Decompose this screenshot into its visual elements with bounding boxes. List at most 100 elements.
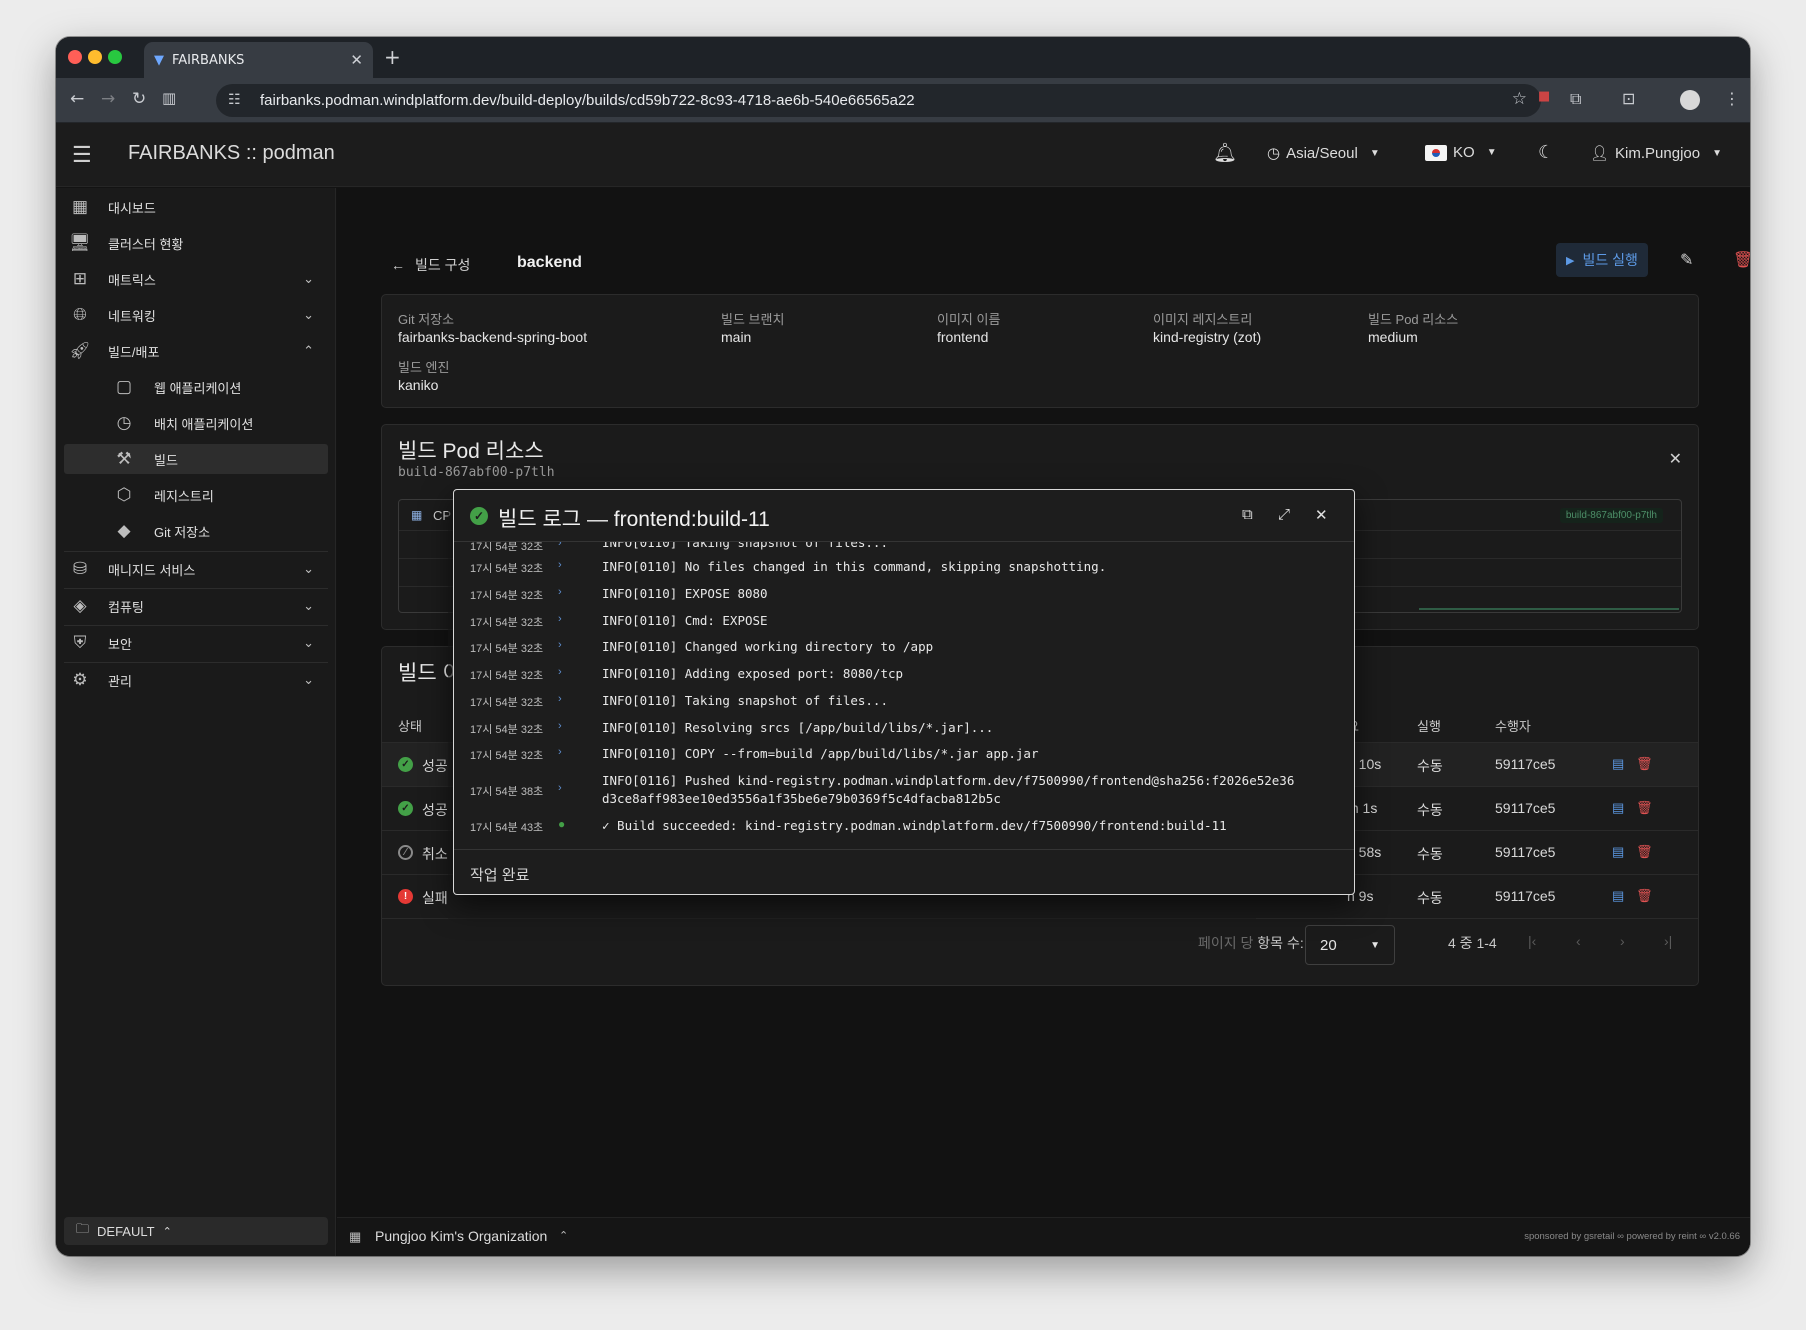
browser-tab[interactable]: ▼ FAIRBANKS ✕ (144, 42, 373, 78)
extension-icon[interactable]: ■ (1538, 89, 1550, 104)
language-selector[interactable]: KO ▼ (1425, 144, 1497, 161)
url-text: fairbanks.podman.windplatform.dev/build-… (260, 92, 915, 109)
sidebar-item-web-apps[interactable]: ▢ 웹 애플리케이션 (64, 372, 328, 402)
performer-text: 59117ce5 (1495, 800, 1556, 816)
delete-trash-icon[interactable]: 🗑︎ (1636, 844, 1653, 860)
chevron-down-icon: ▼ (1712, 147, 1723, 159)
reader-mode-icon[interactable]: ▥ (162, 89, 176, 107)
sidebar-item-git-repos[interactable]: ◆ Git 저장소 (64, 516, 328, 546)
timezone-label: Asia/Seoul (1286, 144, 1358, 162)
edit-pencil-icon[interactable]: ✎ (1680, 250, 1693, 270)
next-page-icon[interactable]: › (1620, 933, 1625, 949)
chevron-down-icon: ⌄ (303, 635, 314, 650)
last-page-icon[interactable]: ›| (1664, 933, 1672, 949)
close-icon[interactable]: ✕ (1669, 449, 1682, 469)
browser-menu-icon[interactable]: ⋮ (1724, 89, 1740, 108)
back-to-build-config-link[interactable]: ← 빌드 구성 (391, 255, 470, 275)
log-document-icon[interactable]: ▤ (1612, 756, 1624, 772)
user-name: Kim.Pungjoo (1615, 144, 1701, 162)
git-repo-label: Git 저장소 (398, 312, 455, 327)
status-text: 성공 (422, 802, 448, 818)
sidebar-item-build-deploy[interactable]: 🚀︎ 빌드/배포 ⌃ (64, 336, 328, 366)
log-document-icon[interactable]: ▤ (1612, 800, 1624, 816)
delete-trash-icon[interactable]: 🗑︎ (1636, 888, 1653, 904)
sidebar-item-admin[interactable]: ⚙ 관리 ⌄ (64, 665, 328, 695)
trigger-text: 수동 (1417, 846, 1443, 862)
dialog-header: ✓ 빌드 로그 — frontend:build-11 ⧉ ⤢ ✕ (454, 490, 1354, 542)
fullscreen-expand-icon[interactable]: ⤢ (1278, 506, 1290, 523)
pagination-range: 4 중 1-4 (1448, 935, 1497, 951)
per-page-select[interactable]: 20 ▼ (1305, 925, 1395, 965)
close-window-button[interactable] (68, 50, 82, 64)
dashboard-icon: ▦ (71, 197, 89, 216)
credit-text: sponsored by gsretail ∞ powered by reint… (1524, 1231, 1740, 1242)
extensions-puzzle-icon[interactable]: ⧉ (1570, 89, 1581, 109)
forward-arrow-icon[interactable]: → (101, 89, 115, 109)
col-performer: 수행자 (1495, 719, 1531, 734)
sidebar-item-builds[interactable]: ⚒ 빌드 (64, 444, 328, 474)
close-icon[interactable]: ✕ (1315, 506, 1328, 524)
address-bar[interactable]: ☷ fairbanks.podman.windplatform.dev/buil… (216, 84, 1541, 117)
prev-page-icon[interactable]: ‹ (1576, 933, 1581, 949)
shield-icon: ⛨ (73, 633, 87, 652)
workspace-label: DEFAULT (97, 1223, 155, 1239)
minimize-window-button[interactable] (88, 50, 102, 64)
sidebar: ▦ 대시보드 🖥︎ 클러스터 현황 ⊞ 매트릭스 ⌄ 🌐︎ 네트워킹 ⌄ 🚀︎ 빌드/배포 ⌃ … (56, 188, 336, 1256)
clock-icon: ◷ (116, 413, 132, 432)
copy-icon[interactable]: ⧉ (1242, 506, 1253, 523)
performer-text: 59117ce5 (1495, 888, 1556, 904)
bottom-bar: ▦ Pungjoo Kim's Organization ⌃ sponsored… (337, 1217, 1750, 1256)
log-document-icon[interactable]: ▤ (1612, 888, 1624, 904)
trigger-text: 수동 (1417, 890, 1443, 906)
clock-icon: ◷ (1267, 145, 1281, 162)
back-label: 빌드 구성 (415, 257, 471, 273)
folder-icon: 🗀 (76, 1221, 90, 1236)
maximize-window-button[interactable] (108, 50, 122, 64)
korea-flag-icon (1425, 144, 1447, 161)
close-tab-icon[interactable]: ✕ (350, 51, 363, 69)
sidebar-item-managed-services[interactable]: ⛁ 매니지드 서비스 ⌄ (64, 554, 328, 584)
workspace-selector[interactable]: 🗀 DEFAULT ⌃ (64, 1217, 328, 1245)
sidebar-item-metrics[interactable]: ⊞ 매트릭스 ⌄ (64, 264, 328, 294)
notification-bell-icon[interactable]: 🔔︎ (1213, 141, 1237, 165)
sidebar-divider (64, 662, 328, 663)
status-text: 취소 (422, 846, 448, 862)
log-document-icon[interactable]: ▤ (1612, 844, 1624, 860)
sidebar-item-cluster[interactable]: 🖥︎ 클러스터 현황 (64, 228, 328, 258)
new-tab-button[interactable]: + (384, 45, 401, 69)
run-build-button[interactable]: ▶ 빌드 실행 (1556, 243, 1648, 277)
sidebar-item-computing[interactable]: ◈ 컴퓨팅 ⌄ (64, 591, 328, 621)
language-label: KO (1453, 144, 1475, 161)
first-page-icon[interactable]: |‹ (1528, 933, 1536, 949)
delete-trash-icon[interactable]: 🗑︎ (1636, 756, 1653, 772)
pod-badge: build-867abf00-p7tlh (1559, 508, 1663, 523)
dark-mode-moon-icon[interactable]: ☾ (1538, 142, 1554, 163)
sidebar-divider (64, 625, 328, 626)
cast-icon[interactable]: ⊡ (1622, 89, 1635, 108)
sidebar-item-registry[interactable]: ⬡ 레지스트리 (64, 480, 328, 510)
menu-hamburger-icon[interactable]: ☰ (72, 142, 92, 168)
performer-text: 59117ce5 (1495, 756, 1556, 772)
delete-trash-icon[interactable]: 🗑︎ (1636, 800, 1653, 816)
profile-avatar[interactable] (1680, 90, 1700, 110)
delete-trash-icon[interactable]: 🗑︎ (1733, 250, 1750, 270)
timezone-selector[interactable]: ◷ Asia/Seoul ▼ (1267, 144, 1380, 163)
user-icon: 👤︎ (1590, 145, 1610, 162)
log-viewer[interactable]: 17시 54분 32초 › INFO[0110] Taking snapshot o… (454, 542, 1354, 849)
back-arrow-icon[interactable]: ← (70, 89, 84, 109)
organization-name[interactable]: Pungjoo Kim's Organization (375, 1228, 547, 1244)
favicon-icon: ▼ (154, 52, 164, 68)
reload-icon[interactable]: ↻ (132, 89, 146, 109)
chevron-down-icon: ▼ (1486, 147, 1497, 158)
sidebar-item-batch-apps[interactable]: ◷ 배치 애플리케이션 (64, 408, 328, 438)
sidebar-item-security[interactable]: ⛨ 보안 ⌄ (64, 628, 328, 658)
pod-resource-value: medium (1368, 329, 1418, 345)
layers-icon: ◈ (73, 596, 87, 615)
sidebar-item-dashboard[interactable]: ▦ 대시보드 (64, 192, 328, 222)
user-menu[interactable]: 👤︎ Kim.Pungjoo ▼ (1590, 144, 1723, 163)
chevron-up-icon[interactable]: ⌃ (559, 1229, 568, 1242)
site-settings-icon[interactable]: ☷ (228, 91, 241, 108)
sidebar-item-networking[interactable]: 🌐︎ 네트워킹 ⌄ (64, 300, 328, 330)
run-build-label: 빌드 실행 (1582, 252, 1638, 268)
bookmark-star-icon[interactable]: ☆ (1512, 89, 1527, 109)
